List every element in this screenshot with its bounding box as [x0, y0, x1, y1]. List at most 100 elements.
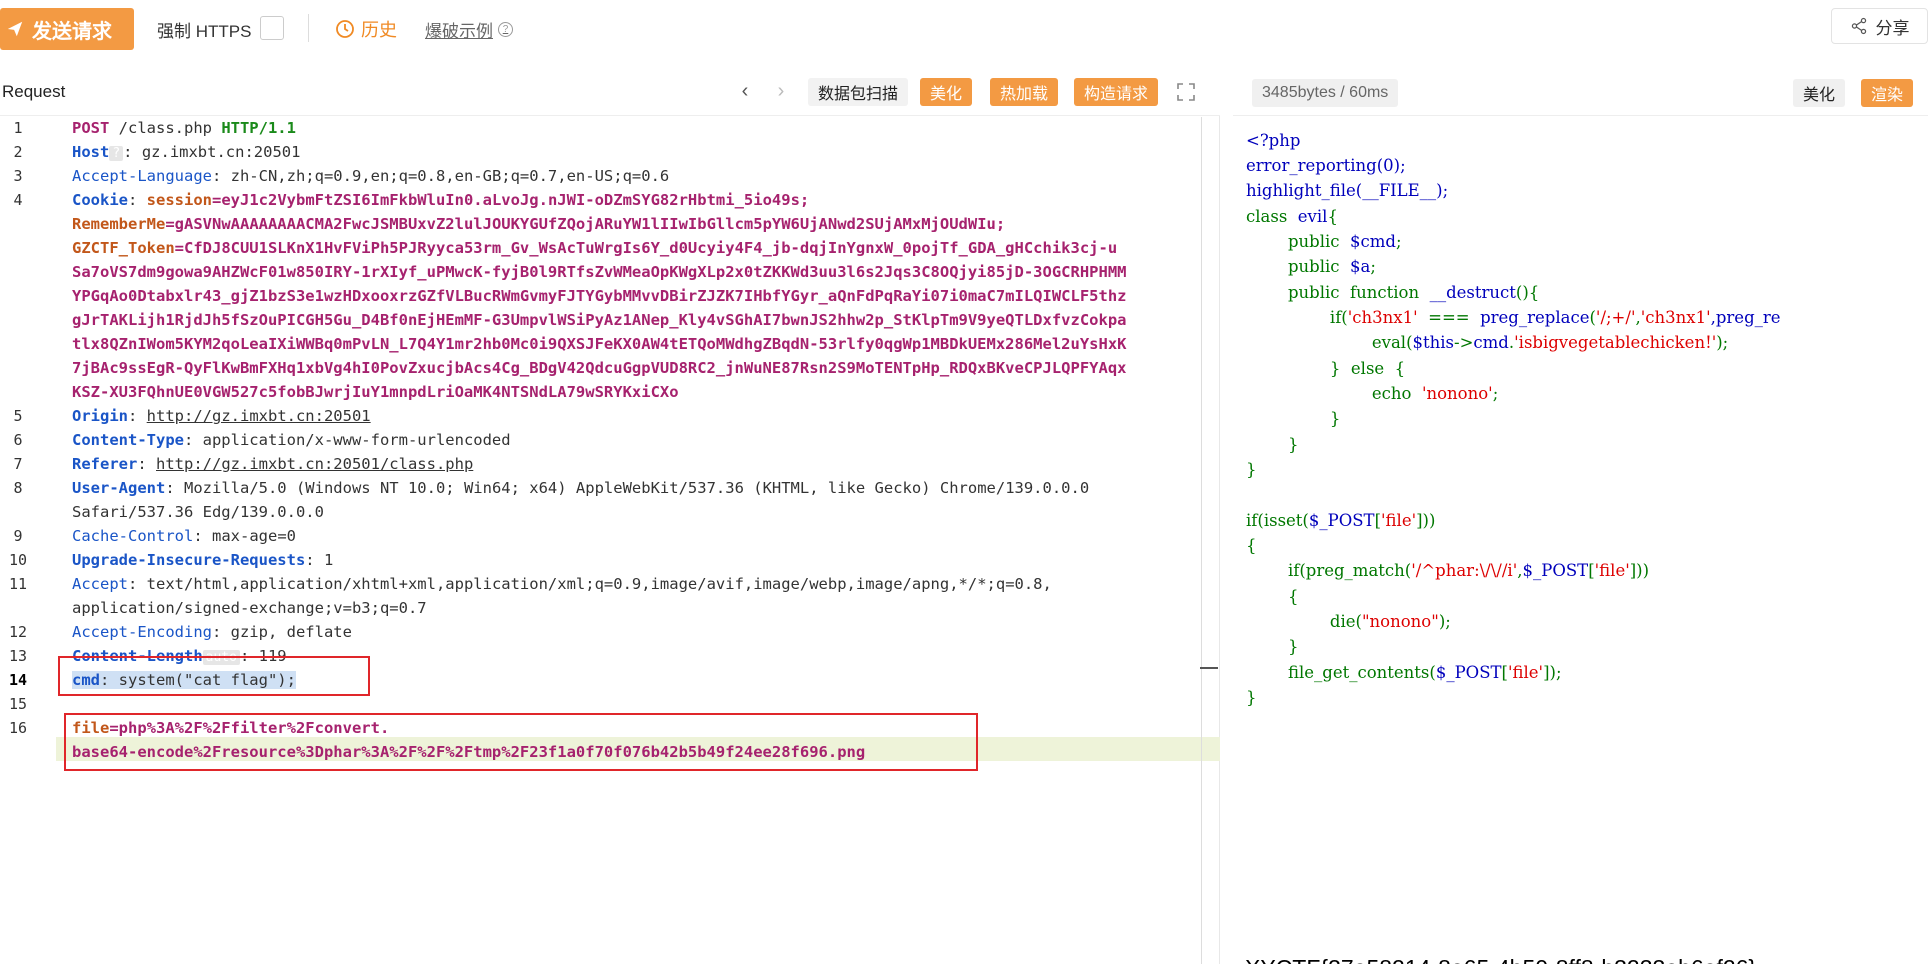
line-number: 8 — [13, 479, 23, 497]
line-number: 1 — [13, 119, 23, 137]
hot-reload-button[interactable]: 热加载 — [990, 78, 1059, 106]
header-name: Host — [72, 143, 110, 161]
annotation-box-body — [64, 713, 978, 771]
code-token: error_reporting — [1246, 156, 1377, 175]
code-token: file_get_contents( — [1246, 663, 1436, 682]
toolbar-divider — [308, 14, 309, 42]
code-token: 'file' — [1507, 663, 1544, 682]
construct-request-button[interactable]: 构造请求 — [1074, 78, 1159, 106]
code-token: ); — [1438, 612, 1451, 631]
scroll-position-marker — [1200, 667, 1218, 669]
header-value: : application/x-www-form-urlencoded — [183, 431, 511, 449]
request-editor[interactable]: 1 2 3 4 5 6 7 8 9 10 11 12 13 14 15 16 POST /class.php … — [0, 117, 1220, 964]
request-header: Request ‹ › 数据包扫描 美化 热加载 构造请求 — [0, 68, 1220, 116]
header-origin: Origin: http://gz.imxbt.cn:20501 — [72, 407, 371, 425]
code-line: if('ch3nx1' === preg_replace('/;+/','ch3… — [1246, 308, 1781, 327]
line-number: 11 — [8, 575, 28, 593]
code-line: } — [1246, 688, 1257, 707]
top-toolbar: 发送请求 强制 HTTPS 历史 爆破示例 ? 分享 — [0, 0, 1928, 56]
user-agent-continuation: Safari/537.36 Edg/139.0.0.0 — [72, 503, 324, 521]
beautify-request-button[interactable]: 美化 — [920, 78, 973, 106]
share-button[interactable]: 分享 — [1831, 8, 1928, 44]
line-number: 9 — [13, 527, 23, 545]
send-request-button[interactable]: 发送请求 — [0, 8, 134, 50]
header-name: Accept-Encoding — [72, 623, 212, 641]
cookie-value: =eyJ1c2VybmFtZSI6ImFkbWluIn0.aLvoJg.nJWI… — [212, 191, 819, 209]
php-open-tag: <?php — [1246, 131, 1301, 150]
help-icon[interactable]: ? — [498, 22, 513, 37]
code-token: __destruct — [1419, 283, 1516, 302]
header-name: User-Agent — [72, 479, 166, 497]
header-name: Upgrade-Insecure-Requests — [72, 551, 306, 569]
beautify-response-button[interactable]: 美化 — [1793, 79, 1846, 107]
cookie-continuation: KSZ-XU3FQhnUE0VGW527c5fobBJwrjIuY1mnpdLr… — [72, 383, 679, 401]
cookie-key: RememberMe — [72, 215, 166, 233]
header-value: : gz.imxbt.cn:20501 — [123, 143, 301, 161]
header-accept-language: Accept-Language: zh-CN,zh;q=0.9,en;q=0.8… — [72, 167, 669, 185]
request-path: /class.php — [109, 119, 222, 137]
origin-link[interactable]: http://gz.imxbt.cn:20501 — [147, 407, 371, 425]
header-value: : zh-CN,zh;q=0.9,en;q=0.8,en-GB;q=0.7,en… — [211, 167, 670, 185]
code-token: 'isbigvegetablechicken!' — [1514, 333, 1717, 352]
history-button[interactable]: 历史 — [335, 16, 397, 42]
header-host: Host?: gz.imxbt.cn:20501 — [72, 143, 300, 161]
code-token: ])) — [1629, 561, 1650, 580]
header-separator: : — [128, 407, 147, 425]
code-line: eval($this->cmd.'isbigvegetablechicken!'… — [1246, 333, 1728, 352]
code-line: } — [1246, 637, 1299, 656]
line-number: 14 — [8, 671, 28, 689]
code-token: (0); — [1376, 156, 1406, 175]
response-header: 3485bytes / 60ms 美化 渲染 — [1233, 68, 1928, 116]
history-label: 历史 — [361, 20, 397, 40]
annotation-box-cmd — [58, 656, 370, 696]
header-name: Cache-Control — [72, 527, 194, 545]
code-line: error_reporting(0); — [1246, 156, 1406, 175]
render-button[interactable]: 渲染 — [1861, 79, 1914, 107]
code-token: $this — [1412, 333, 1455, 352]
editor-scrollbar[interactable] — [1201, 117, 1202, 964]
code-token: $a — [1339, 257, 1371, 276]
code-line: { — [1246, 536, 1257, 555]
referer-link[interactable]: http://gz.imxbt.cn:20501/class.php — [156, 455, 473, 473]
code-token: eval( — [1246, 333, 1413, 352]
header-referer: Referer: http://gz.imxbt.cn:20501/class.… — [72, 455, 473, 473]
code-line: echo 'nonono'; — [1246, 384, 1498, 403]
code-token: ,preg_re — [1710, 308, 1781, 327]
code-token: 'ch3nx1' — [1640, 308, 1711, 327]
request-line: POST /class.php HTTP/1.1 — [72, 119, 296, 137]
header-separator: : — [128, 191, 147, 209]
code-token: if( — [1246, 308, 1348, 327]
code-token: "nonono" — [1361, 612, 1439, 631]
cookie-continuation: Sa7oVS7dm9gowa9AHZWcF01w850IRY-1rXIyf_uP… — [72, 263, 1127, 281]
code-token: (){ — [1515, 283, 1540, 302]
cookie-continuation: gJrTAKLijh1RjdJh5fSzOuPICGH5Gu_D4Bf0nEjH… — [72, 311, 1127, 329]
code-line: file_get_contents($_POST['file']); — [1246, 663, 1562, 682]
header-content-type: Content-Type: application/x-www-form-url… — [72, 431, 511, 449]
host-help-badge[interactable]: ? — [109, 146, 124, 161]
fullscreen-icon[interactable] — [1176, 82, 1196, 102]
code-line: if(isset($_POST['file'])) — [1246, 511, 1435, 530]
line-number: 2 — [13, 143, 23, 161]
header-cache-control: Cache-Control: max-age=0 — [72, 527, 296, 545]
code-token: -> — [1454, 333, 1474, 352]
line-number: 15 — [8, 695, 28, 713]
line-number: 13 — [8, 647, 28, 665]
brute-force-examples-link[interactable]: 爆破示例 ? — [425, 17, 513, 42]
header-name: Accept — [72, 575, 128, 593]
force-https-checkbox[interactable] — [260, 16, 284, 40]
header-upgrade-insecure: Upgrade-Insecure-Requests: 1 — [72, 551, 333, 569]
code-token: '/;+/' — [1595, 308, 1636, 327]
send-request-label: 发送请求 — [32, 20, 112, 43]
code-token: ); — [1716, 333, 1729, 352]
packet-scan-button[interactable]: 数据包扫描 — [808, 78, 909, 106]
cookie-value: =CfDJ8CUU1SLKnX1HvFViPh5PJRyyca53rm_Gv_W… — [174, 239, 1118, 257]
forward-arrow-icon[interactable]: › — [768, 78, 794, 104]
code-token: $_POST — [1522, 561, 1589, 580]
line-number: 6 — [13, 431, 23, 449]
back-arrow-icon[interactable]: ‹ — [732, 78, 758, 104]
code-line: public function __destruct(){ — [1246, 283, 1539, 302]
code-token: public — [1246, 232, 1340, 251]
code-token: die( — [1246, 612, 1362, 631]
response-body[interactable]: <?php error_reporting(0); highlight_file… — [1233, 117, 1928, 964]
header-name: Origin — [72, 407, 128, 425]
